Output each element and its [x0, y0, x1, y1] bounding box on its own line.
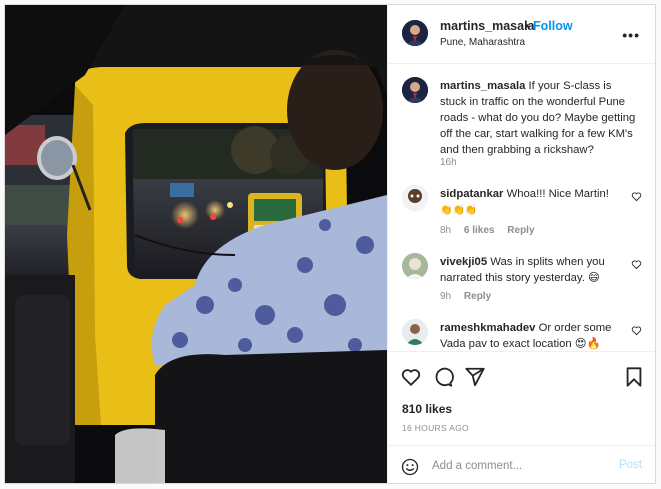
reply-button[interactable]: Reply: [464, 291, 491, 302]
header-separator: •: [525, 19, 530, 33]
comment-meta: 9h Reply: [440, 291, 501, 302]
reply-button[interactable]: Reply: [507, 225, 534, 236]
comment-icon[interactable]: [432, 366, 454, 388]
comment-emoji: 👏👏👏: [440, 205, 478, 216]
comment-input[interactable]: [432, 457, 612, 475]
share-icon[interactable]: [464, 366, 486, 388]
comment-text: vivekji05 Was in splits when you narrate…: [440, 254, 618, 286]
comment-username[interactable]: rameshkmahadev: [440, 322, 535, 334]
page-background: martins_masala • Follow Pune, Maharashtr…: [0, 0, 661, 489]
caption-username[interactable]: martins_masala: [440, 80, 525, 92]
more-options-icon[interactable]: •••: [622, 27, 640, 43]
avatar[interactable]: [402, 185, 428, 211]
post-timestamp[interactable]: 16 HOURS AGO: [402, 423, 469, 433]
post-button[interactable]: Post: [619, 459, 642, 471]
header-username[interactable]: martins_masala: [440, 19, 535, 33]
comment-text: rameshkmahadev Or order some Vada pav to…: [440, 320, 618, 352]
owner-avatar-image: [402, 77, 428, 103]
avatar[interactable]: [402, 77, 428, 103]
post-header: martins_masala • Follow Pune, Maharashtr…: [388, 5, 655, 64]
comment-text: sidpatankar Whoa!!! Nice Martin! 👏👏👏: [440, 186, 618, 219]
add-comment-bar: Post: [388, 445, 655, 483]
like-comment-heart-icon[interactable]: [631, 325, 642, 336]
location-link[interactable]: Pune, Maharashtra: [440, 37, 525, 48]
heart-icon[interactable]: [400, 366, 422, 388]
owner-avatar-image: [402, 20, 428, 46]
like-comment-heart-icon[interactable]: [631, 259, 642, 270]
commenter-avatar-image: [402, 319, 428, 345]
action-bar: 810 likes 16 HOURS AGO: [388, 351, 655, 442]
like-comment-heart-icon[interactable]: [631, 191, 642, 202]
avatar[interactable]: [402, 253, 428, 279]
comment-age[interactable]: 9h: [440, 291, 451, 302]
caption-meta: 16h: [440, 157, 467, 168]
avatar[interactable]: [402, 20, 428, 46]
post-sidebar: martins_masala • Follow Pune, Maharashtr…: [387, 5, 655, 483]
caption-age[interactable]: 16h: [440, 157, 457, 168]
follow-button[interactable]: Follow: [533, 19, 573, 33]
comment-likes[interactable]: 6 likes: [464, 225, 495, 236]
bookmark-icon[interactable]: [623, 366, 645, 388]
comment-body: Whoa!!! Nice Martin!: [506, 188, 609, 200]
comment-username[interactable]: sidpatankar: [440, 188, 503, 200]
instagram-post: martins_masala • Follow Pune, Maharashtr…: [4, 4, 656, 484]
post-photo[interactable]: [5, 5, 387, 483]
comment-meta: 8h 6 likes Reply: [440, 225, 545, 236]
commenter-avatar-image: [402, 185, 428, 211]
caption-text: martins_masala If your S-class is stuck …: [440, 78, 638, 158]
rickshaw-night-photo: [5, 5, 387, 483]
likes-count[interactable]: 810 likes: [402, 402, 452, 416]
avatar[interactable]: [402, 319, 428, 345]
comment-username[interactable]: vivekji05: [440, 256, 487, 268]
emoji-icon[interactable]: [401, 458, 419, 476]
comment-age[interactable]: 8h: [440, 225, 451, 236]
commenter-avatar-image: [402, 253, 428, 279]
